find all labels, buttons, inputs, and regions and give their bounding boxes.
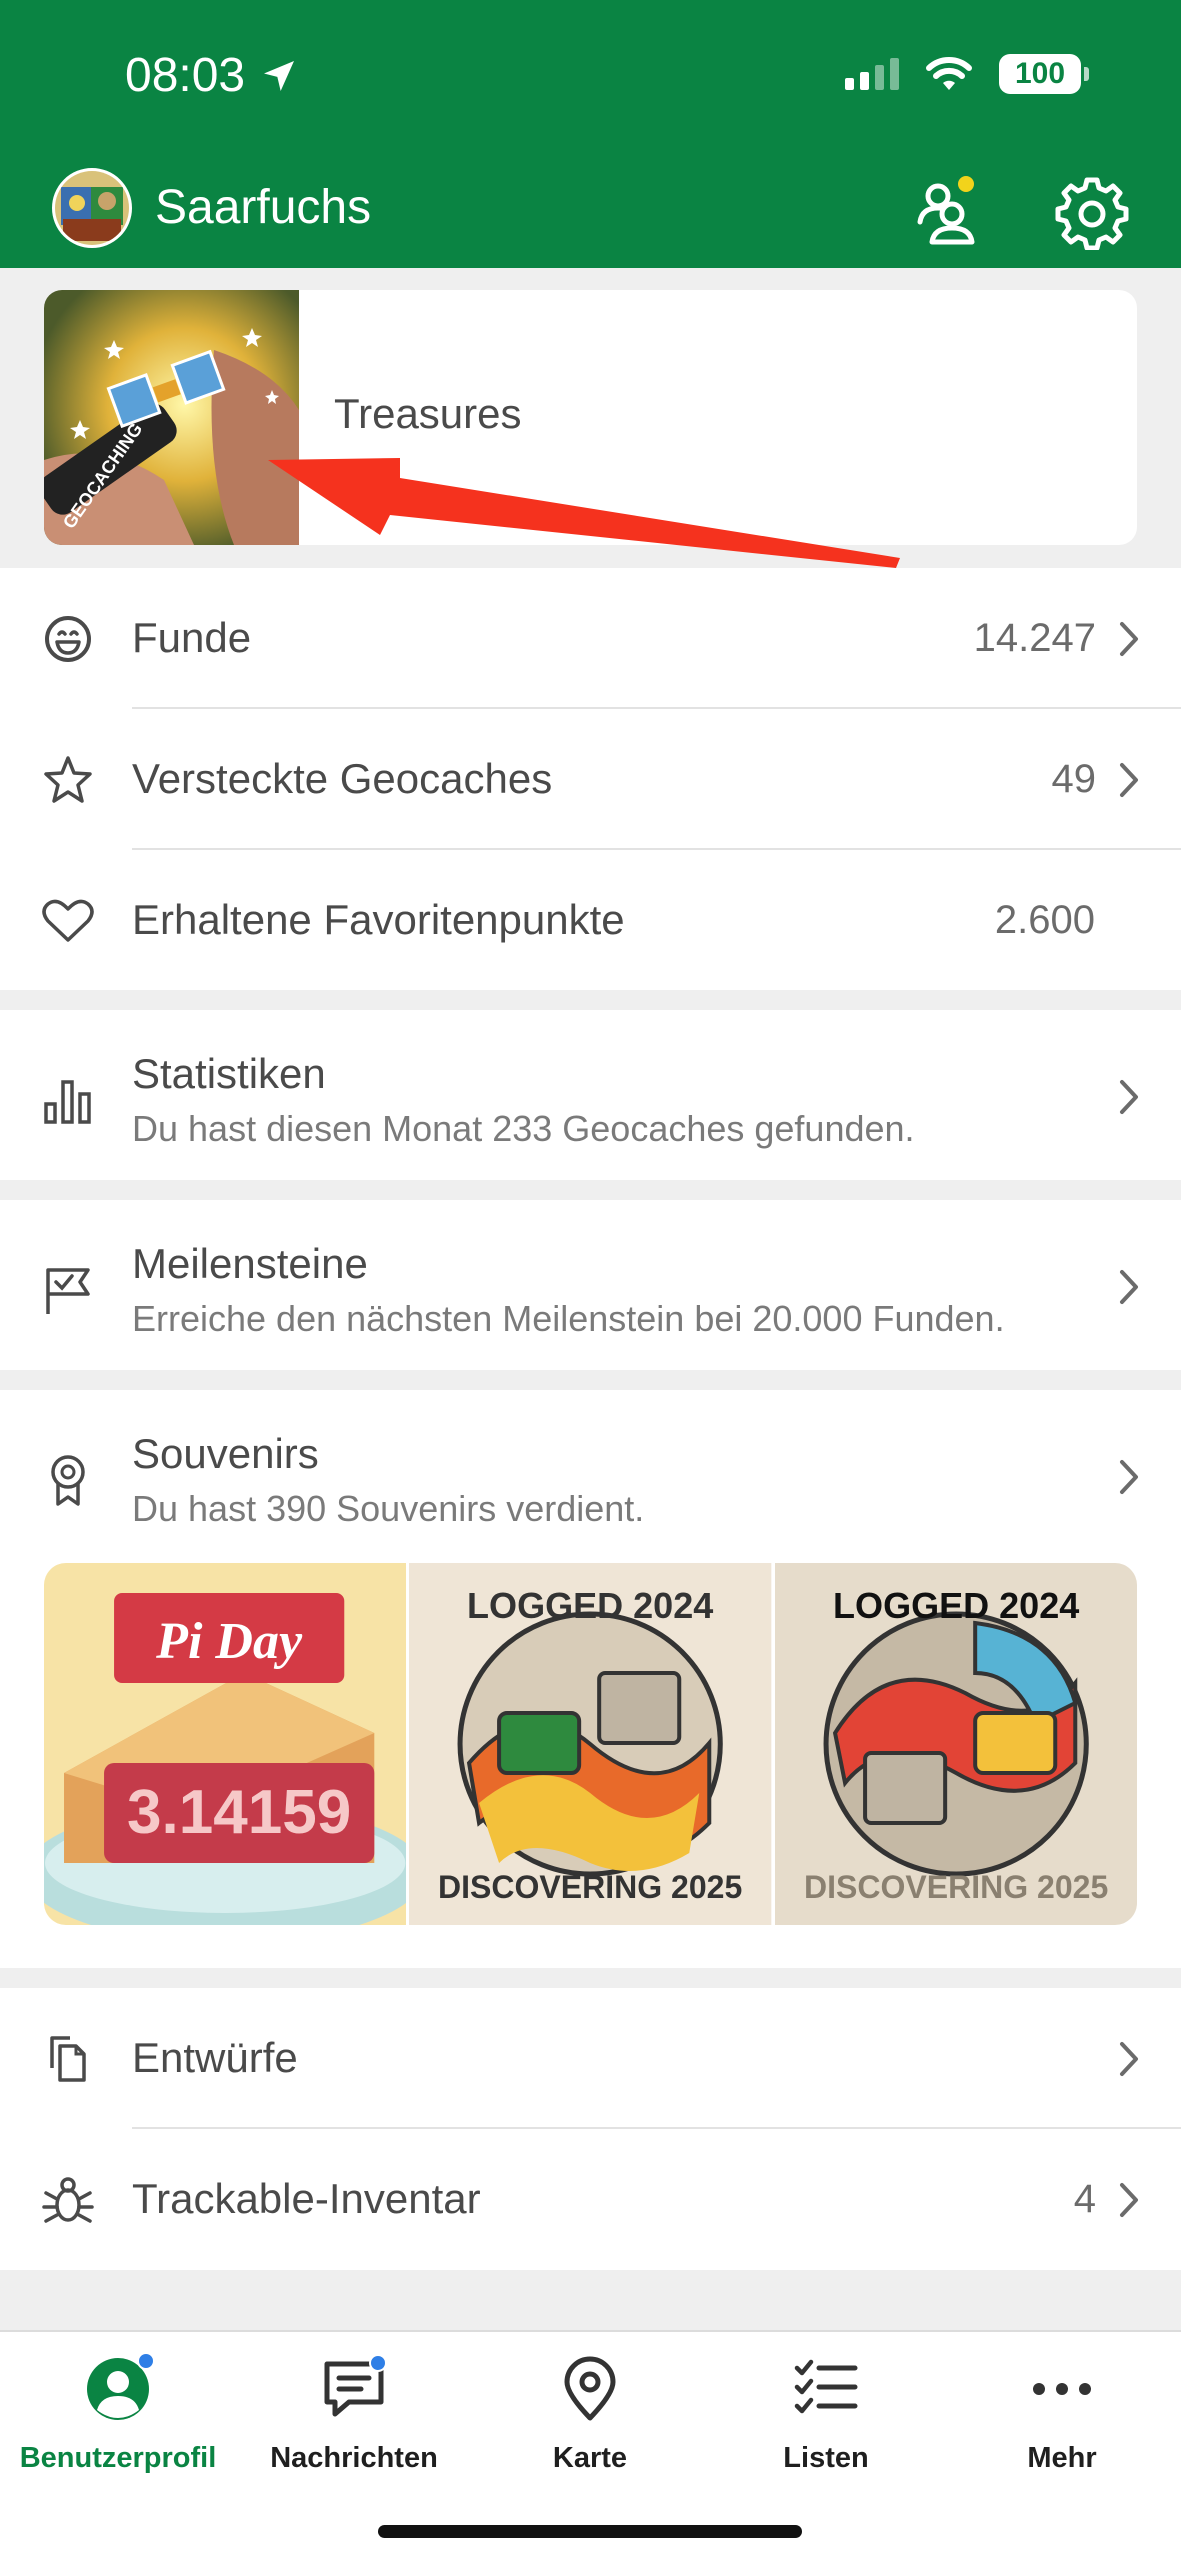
tab-label: Benutzerprofil [19,2442,217,2474]
notification-badge [369,2354,387,2372]
user-avatar[interactable] [52,168,132,248]
list-item-meilensteine[interactable]: Meilensteine Erreiche den nächsten Meile… [0,1200,1181,1370]
list-item-souvenirs[interactable]: Souvenirs Du hast 390 Souvenirs verdient… [0,1390,1181,1560]
home-indicator[interactable] [378,2525,802,2538]
list-item-label: Entwürfe [132,2034,298,2081]
chevron-right-icon [1120,2042,1138,2076]
app-header: 08:03 100 Saarfuchs [0,0,1181,268]
tab-karte[interactable]: Karte [472,2354,708,2475]
annotation-arrow-icon [268,458,900,568]
drafts-icon [50,2036,86,2082]
souvenir-pi-day[interactable]: 3.14159 Pi Day [44,1563,407,1925]
list-item-label: Erhaltene Favoritenpunkte [132,896,625,943]
smile-icon [45,616,91,662]
tab-nachrichten[interactable]: Nachrichten [236,2354,472,2475]
friends-button[interactable] [908,170,988,250]
settings-button[interactable] [1052,170,1132,251]
award-icon [51,1455,85,1506]
list-item-funde[interactable]: Funde 14.247 [0,568,1181,709]
tab-mehr[interactable]: Mehr [944,2354,1180,2475]
list-item-label: Funde [132,614,252,661]
cell-signal-icon [845,58,899,90]
souvenir-subtitle: DISCOVERING 2025 [804,1869,1108,1905]
list-item-subtitle: Du hast 390 Souvenirs verdient. [132,1488,645,1529]
stats-section: Funde 14.247 Versteckte Geocaches 49 Erh… [0,568,1181,990]
tab-label: Mehr [1027,2442,1097,2474]
tab-label: Listen [783,2442,869,2474]
list-item-statistiken[interactable]: Statistiken Du hast diesen Monat 233 Geo… [0,1010,1181,1180]
list-item-favoritenpunkte: Erhaltene Favoritenpunkte 2.600 [0,850,1181,991]
list-item-title: Statistiken [132,1050,326,1097]
list-item-label: Versteckte Geocaches [132,755,553,802]
list-item-title: Meilensteine [132,1240,368,1287]
chevron-right-icon [1120,622,1138,656]
bar-chart-icon [44,1080,91,1124]
tab-listen[interactable]: Listen [708,2354,944,2475]
list-item-value: 4 [1073,2177,1096,2221]
list-item-entwuerfe[interactable]: Entwürfe [0,1988,1181,2129]
treasures-label: Treasures [334,390,522,437]
list-item-subtitle: Erreiche den nächsten Meilenstein bei 20… [132,1298,1005,1339]
status-indicators: 100 [845,54,1089,94]
souvenir-title: LOGGED 2024 [467,1585,713,1626]
tab-label: Karte [552,2442,628,2474]
souvenir-pi-title: Pi Day [155,1613,303,1670]
list-item-versteckte[interactable]: Versteckte Geocaches 49 [0,709,1181,850]
list-item-value: 14.247 [973,616,1096,660]
chevron-right-icon [1120,1080,1138,1114]
list-item-trackable-inventar[interactable]: Trackable-Inventar 4 [0,2129,1181,2270]
more-icon [1027,2354,1097,2424]
tab-benutzerprofil[interactable]: Benutzerprofil [0,2352,236,2475]
statistiken-section: Statistiken Du hast diesen Monat 233 Geo… [0,1010,1181,1180]
map-pin-icon [555,2354,625,2424]
location-arrow-icon [264,60,295,91]
wifi-icon [926,57,972,90]
list-item-value: 2.600 [994,898,1095,942]
bug-icon [42,2177,94,2223]
souvenir-logged-2024-b[interactable]: LOGGED 2024 DISCOVERING 2025 [774,1563,1137,1925]
flag-icon [46,1268,90,1314]
meilensteine-section: Meilensteine Erreiche den nächsten Meile… [0,1200,1181,1370]
tab-label: Nachrichten [270,2442,438,2474]
notification-badge [137,2352,155,2370]
souvenir-pi-value: 3.14159 [127,1778,351,1847]
souvenir-logged-2024-a[interactable]: LOGGED 2024 DISCOVERING 2025 [409,1563,772,1925]
gear-icon [1055,177,1129,251]
list-item-title: Souvenirs [132,1430,319,1477]
star-icon [44,756,92,803]
chevron-right-icon [1120,2183,1138,2217]
messages-icon [319,2354,389,2424]
friends-icon [917,176,975,245]
chevron-right-icon [1120,1270,1138,1304]
battery-icon: 100 [999,54,1089,94]
list-item-value: 49 [1051,757,1097,801]
list-icon [791,2354,861,2424]
list-item-subtitle: Du hast diesen Monat 233 Geocaches gefun… [132,1108,915,1149]
chevron-right-icon [1120,1460,1138,1494]
heart-icon [42,899,94,942]
souvenir-gallery[interactable]: 3.14159 Pi Day LOGGED 2024 DISCOVERING 2… [44,1563,1137,1925]
chevron-right-icon [1120,763,1138,797]
status-time: 08:03 [125,48,299,103]
profile-icon [83,2352,155,2424]
list-item-label: Trackable-Inventar [132,2175,481,2222]
extras-section: Entwürfe Trackable-Inventar 4 [0,1988,1181,2270]
app-title: Saarfuchs [155,181,372,234]
souvenir-subtitle: DISCOVERING 2025 [438,1869,742,1905]
status-time-text: 08:03 [125,49,246,102]
souvenir-title: LOGGED 2024 [833,1585,1079,1626]
